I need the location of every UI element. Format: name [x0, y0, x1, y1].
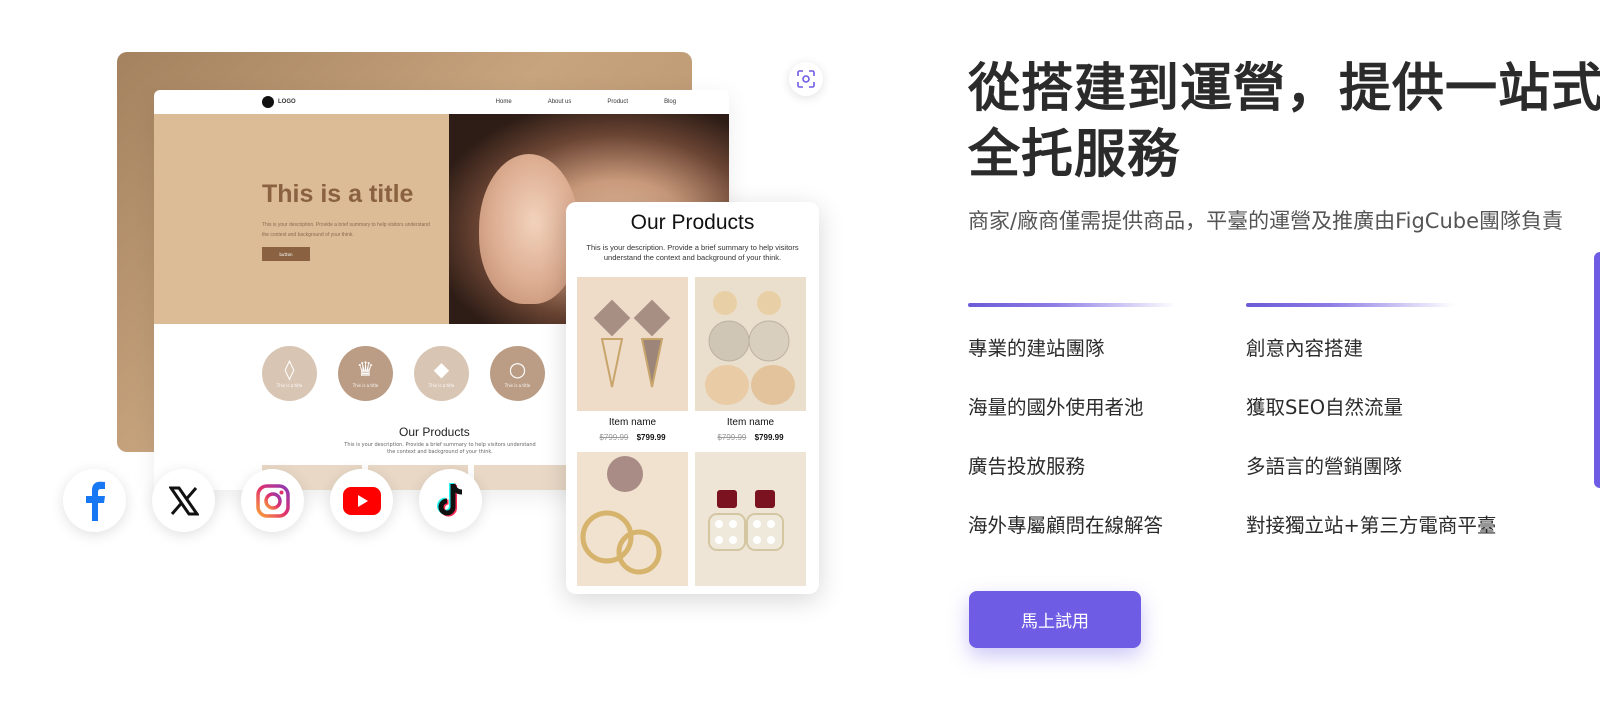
mockup-products-desc: This is your description. Provide a brie…: [344, 442, 536, 455]
category-circle: ○ This is a title: [490, 346, 545, 401]
feature-item: 獲取SEO自然流量: [1246, 396, 1404, 419]
mockup-hero-title: This is a title: [262, 180, 414, 208]
product-name: Item name: [608, 417, 657, 428]
mockup-nav-home: Home: [495, 99, 512, 105]
x-icon[interactable]: [152, 469, 215, 532]
mockup-nav-product: Product: [607, 99, 629, 105]
earring-icon: ◊: [284, 357, 295, 381]
product-name: Item name: [726, 417, 775, 428]
mockup-hero-button: button: [262, 247, 310, 261]
ring-icon: ○: [508, 357, 527, 381]
product-card: Our Products This is your description. P…: [566, 202, 819, 594]
product-item: Item name $799.99 $799.99: [577, 277, 688, 442]
mockup-nav-about: About us: [547, 99, 572, 105]
page: LOGO Home About us Product Blog This is …: [0, 0, 1600, 712]
diamond-icon: ◆: [433, 357, 450, 381]
side-accent-tab[interactable]: [1594, 252, 1600, 488]
feature-item: 海量的國外使用者池: [968, 396, 1144, 419]
mockup-logo: LOGO: [278, 99, 296, 105]
product-grid: Item name $799.99 $799.99 Item name $799…: [577, 277, 810, 586]
earring-product-image: [577, 277, 688, 411]
mockup-hero-desc: This is your description. Provide a brie…: [262, 222, 430, 238]
feature-column-left: 專業的建站團隊 海量的國外使用者池 廣告投放服務 海外專屬顧問在線解答: [968, 303, 1246, 573]
scan-icon[interactable]: [789, 62, 823, 96]
gradient-divider: [968, 303, 1176, 307]
mockup-nav-blog: Blog: [664, 99, 677, 105]
product-card-desc: This is your description. Provide a brie…: [586, 243, 799, 262]
feature-list: 專業的建站團隊 海量的國外使用者池 廣告投放服務 海外專屬顧問在線解答 創意內容…: [968, 303, 1546, 573]
model-face-image: [479, 154, 579, 304]
product-old-price: $799.99: [717, 433, 747, 442]
feature-item: 多語言的營銷團隊: [1246, 455, 1403, 478]
category-caption: This is a title: [352, 383, 379, 388]
instagram-icon[interactable]: [241, 469, 304, 532]
product-price: $799.99: [636, 433, 666, 442]
page-title: 從搭建到運營，提供一站式全托服務: [968, 59, 1600, 185]
youtube-icon[interactable]: [330, 469, 393, 532]
product-item: [577, 452, 688, 586]
feature-item: 海外專屬顧問在線解答: [968, 514, 1164, 537]
earring-product-image: [577, 452, 688, 586]
gradient-divider: [1246, 303, 1454, 307]
product-card-title: Our Products: [630, 211, 755, 234]
category-caption: This is a title: [276, 383, 303, 388]
feature-item: 廣告投放服務: [968, 455, 1086, 478]
thumbnail-image: [474, 465, 574, 490]
category-circle: ◆ This is a title: [414, 346, 469, 401]
category-caption: This is a title: [428, 383, 455, 388]
earring-product-image: [695, 452, 806, 586]
product-price: $799.99: [754, 433, 784, 442]
try-now-button[interactable]: 馬上試用: [969, 591, 1141, 648]
product-item: Item name $799.99 $799.99: [695, 277, 806, 442]
category-caption: This is a title: [504, 383, 531, 388]
feature-item: 專業的建站團隊: [968, 337, 1105, 360]
category-circle: ◊ This is a title: [262, 346, 317, 401]
feature-item: 創意內容搭建: [1246, 337, 1364, 360]
feature-column-right: 創意內容搭建 獲取SEO自然流量 多語言的營銷團隊 對接獨立站+第三方電商平臺: [1246, 303, 1546, 573]
product-old-price: $799.99: [599, 433, 629, 442]
page-subtitle: 商家/廠商僅需提供商品，平臺的運營及推廣由FigCube團隊負責: [968, 209, 1564, 233]
mockup-products-title: Our Products: [399, 425, 470, 439]
logo-icon: [262, 96, 274, 108]
earring-product-image: [695, 277, 806, 411]
tiktok-icon[interactable]: [419, 469, 482, 532]
feature-item: 對接獨立站+第三方電商平臺: [1246, 514, 1497, 537]
category-circle: ♛ This is a title: [338, 346, 393, 401]
crown-icon: ♛: [356, 357, 375, 381]
mockup-nav: LOGO Home About us Product Blog: [154, 90, 729, 114]
product-item: [695, 452, 806, 586]
mockup-category-circles: ◊ This is a title ♛ This is a title ◆ Th…: [262, 346, 545, 401]
facebook-icon[interactable]: [63, 469, 126, 532]
social-icons: [63, 469, 482, 532]
